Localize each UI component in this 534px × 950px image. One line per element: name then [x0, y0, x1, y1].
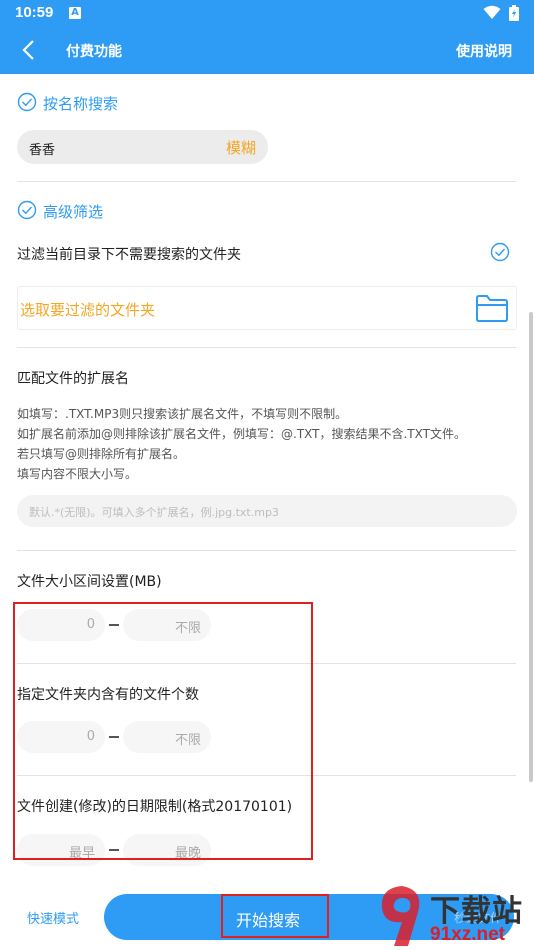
divider: [17, 347, 516, 348]
notification-app-icon: A: [69, 7, 81, 19]
scrollbar[interactable]: [529, 312, 533, 782]
status-bar: 10:59 A: [0, 0, 534, 26]
watermark: 下载站 91xz.net: [372, 880, 534, 950]
divider: [17, 550, 516, 551]
highlight-box: [221, 894, 329, 938]
app-bar: 付费功能 使用说明: [0, 26, 534, 74]
filter-folders-check-icon[interactable]: [490, 242, 510, 262]
watermark-domain: 91xz.net: [430, 924, 505, 945]
extension-placeholder: 默认.*(无限)。可填入多个扩展名，例.jpg.txt.mp3: [29, 506, 279, 519]
watermark-logo-icon: [381, 886, 420, 946]
wifi-icon: [483, 5, 501, 19]
desc-line: 若只填写@则排除所有扩展名。: [17, 447, 186, 461]
advanced-filter-title: 高级筛选: [43, 203, 104, 221]
name-search-input[interactable]: 香香 模糊: [17, 130, 268, 164]
status-time: 10:59: [15, 4, 54, 21]
filter-folders-label: 过滤当前目录下不需要搜索的文件夹: [17, 247, 241, 263]
battery-icon: [509, 5, 519, 21]
folder-icon: [476, 295, 508, 322]
select-folder-button[interactable]: 选取要过滤的文件夹: [17, 286, 517, 330]
help-link[interactable]: 使用说明: [456, 41, 512, 61]
name-search-title: 按名称搜索: [43, 95, 119, 113]
fuzzy-mode-toggle[interactable]: 模糊: [226, 137, 256, 158]
select-folder-label: 选取要过滤的文件夹: [20, 301, 156, 319]
extension-input[interactable]: 默认.*(无限)。可填入多个扩展名，例.jpg.txt.mp3: [17, 495, 517, 527]
check-circle-icon[interactable]: [17, 200, 37, 220]
desc-line: 如扩展名前添加@则排除该扩展名文件，例填写：@.TXT，搜索结果不含.TXT文件…: [17, 427, 466, 441]
chevron-left-icon[interactable]: [18, 38, 42, 62]
extension-title: 匹配文件的扩展名: [17, 371, 129, 387]
page-title: 付费功能: [66, 44, 122, 60]
divider: [17, 181, 516, 182]
check-circle-icon[interactable]: [17, 92, 37, 112]
highlight-box: [13, 602, 313, 860]
desc-line: 如填写：.TXT.MP3则只搜索该扩展名文件，不填写则不限制。: [17, 407, 348, 421]
extension-description: 如填写：.TXT.MP3则只搜索该扩展名文件，不填写则不限制。 如扩展名前添加@…: [17, 404, 466, 484]
fast-mode-button[interactable]: 快速模式: [27, 908, 79, 927]
search-value: 香香: [29, 143, 56, 158]
size-range-title: 文件大小区间设置(MB): [17, 574, 162, 590]
desc-line: 填写内容不限大小写。: [17, 467, 138, 481]
